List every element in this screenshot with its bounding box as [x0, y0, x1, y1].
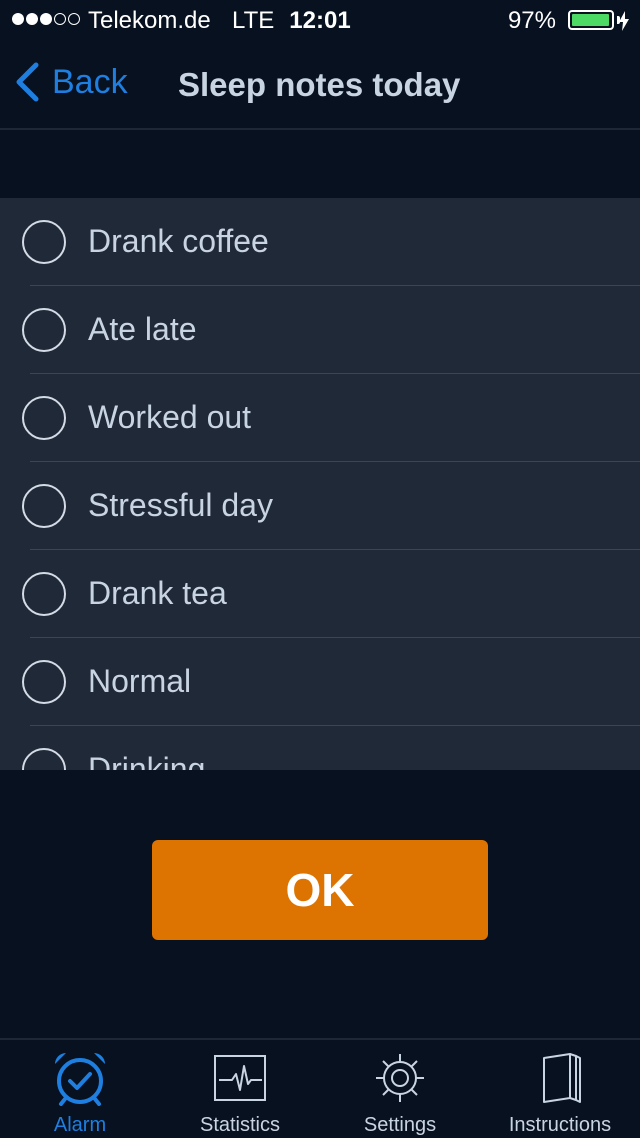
- radio-button[interactable]: [22, 572, 66, 616]
- list-item-label: Ate late: [88, 311, 197, 347]
- list-item[interactable]: Drank tea: [0, 550, 640, 638]
- charging-bolt-icon: [619, 11, 629, 31]
- radio-button[interactable]: [22, 220, 66, 264]
- back-label: Back: [52, 62, 128, 101]
- radio-button[interactable]: [22, 308, 66, 352]
- list-item-label: Stressful day: [88, 487, 273, 523]
- list-item[interactable]: Ate late: [0, 286, 640, 374]
- tab-settings[interactable]: Settings: [320, 1040, 480, 1138]
- battery-percentage: 97%: [507, 7, 556, 34]
- list-item[interactable]: Normal: [0, 638, 640, 726]
- tab-label: Settings: [363, 1114, 437, 1136]
- battery-icon: [568, 10, 614, 30]
- tab-bar: Alarm Statistics Settings Instructions: [0, 1038, 640, 1138]
- alarm-clock-icon: [55, 1053, 105, 1106]
- tab-statistics[interactable]: Statistics: [160, 1040, 320, 1138]
- radio-button[interactable]: [22, 660, 66, 704]
- radio-button[interactable]: [22, 748, 66, 770]
- ok-button[interactable]: OK: [152, 840, 488, 940]
- tab-label: Statistics: [199, 1114, 281, 1136]
- list-item-label: Drank coffee: [88, 223, 269, 259]
- list-item[interactable]: Drinking: [0, 726, 640, 770]
- gear-icon: [376, 1054, 424, 1102]
- tab-instructions[interactable]: Instructions: [480, 1040, 640, 1138]
- tab-alarm[interactable]: Alarm: [0, 1040, 160, 1138]
- page-title: Sleep notes today: [178, 66, 461, 103]
- pulse-chart-icon: [214, 1055, 266, 1101]
- list-item-label: Normal: [88, 663, 192, 699]
- list-item-label: Drinking: [88, 751, 206, 770]
- back-button[interactable]: Back: [14, 62, 128, 102]
- list-item[interactable]: Drank coffee: [0, 198, 640, 286]
- sleep-notes-list[interactable]: Drank coffee Ate late Worked out Stressf…: [0, 198, 640, 770]
- tab-label: Instructions: [508, 1114, 612, 1136]
- book-icon: [543, 1053, 581, 1103]
- tab-label: Alarm: [53, 1114, 107, 1136]
- navigation-bar: Back Sleep notes today: [0, 40, 640, 130]
- status-bar: Telekom.de LTE 12:01 97%: [0, 0, 640, 40]
- list-item[interactable]: Stressful day: [0, 462, 640, 550]
- chevron-left-icon: [16, 62, 39, 102]
- radio-button[interactable]: [22, 396, 66, 440]
- radio-button[interactable]: [22, 484, 66, 528]
- list-item[interactable]: Worked out: [0, 374, 640, 462]
- list-item-label: Worked out: [88, 399, 252, 435]
- list-item-label: Drank tea: [88, 575, 227, 611]
